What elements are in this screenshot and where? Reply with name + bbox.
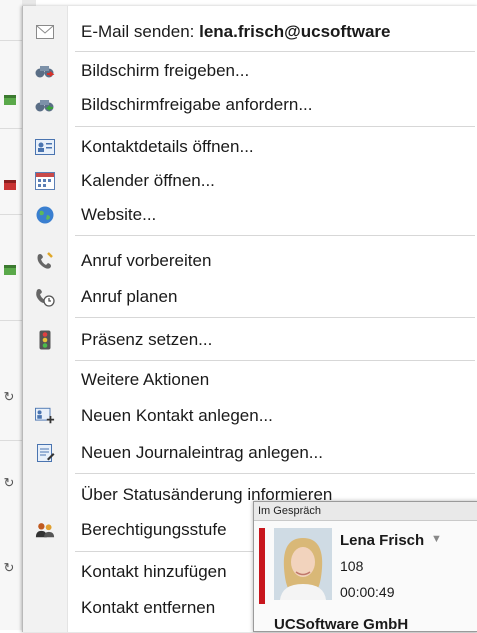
call-popup-header: Im Gespräch: [254, 502, 477, 521]
contact-card-icon: [35, 137, 55, 157]
menu-item-schedule-call[interactable]: Anruf planen: [23, 280, 477, 314]
menu-item-label: Neuen Journaleintrag anlegen...: [81, 443, 323, 462]
new-contact-icon: [35, 406, 55, 426]
menu-item-label: Weitere Aktionen: [81, 370, 210, 389]
call-duration: 00:00:49: [340, 584, 395, 600]
call-notification-popup[interactable]: Im Gespräch Lena Frisch ▼ 108 00:00:49 U…: [253, 501, 477, 633]
caller-extension: 108: [340, 558, 364, 574]
binoculars-request-icon: [35, 95, 55, 115]
menu-item-send-email[interactable]: E-Mail senden: lena.frisch@ucsoftware: [23, 15, 477, 49]
menu-item-label: Website...: [81, 205, 157, 224]
menu-separator: [75, 317, 475, 318]
menu-separator: [75, 126, 475, 127]
traffic-light-icon: [35, 330, 55, 350]
menu-item-new-journal-entry[interactable]: Neuen Journaleintrag anlegen...: [23, 436, 477, 470]
avatar: [274, 528, 332, 600]
menu-item-label: Berechtigungsstufe: [81, 520, 227, 539]
menu-item-prepare-call[interactable]: Anruf vorbereiten: [23, 244, 477, 278]
menu-item-label: Kalender öffnen...: [81, 171, 215, 190]
menu-separator: [75, 235, 475, 236]
background-sync-icon: ↻: [3, 475, 15, 490]
menu-item-label: Kontakt entfernen: [81, 598, 216, 617]
email-address: lena.frisch@ucsoftware: [199, 22, 391, 41]
background-calendar-icon: [4, 95, 16, 105]
menu-item-label: Bildschirmfreigabe anfordern...: [81, 95, 313, 114]
background-row-divider: [0, 214, 22, 215]
phone-prepare-icon: [35, 251, 55, 271]
menu-separator: [75, 360, 475, 361]
calendar-icon: [35, 171, 55, 191]
background-row-divider: [0, 440, 22, 441]
menu-item-request-screen-share[interactable]: Bildschirmfreigabe anfordern...: [23, 88, 477, 122]
background-sync-icon: ↻: [3, 560, 15, 575]
menu-item-label: Kontaktdetails öffnen...: [81, 137, 254, 156]
chevron-down-icon[interactable]: ▼: [431, 533, 442, 545]
menu-item-new-contact[interactable]: Neuen Kontakt anlegen...: [23, 399, 477, 433]
caller-company: UCSoftware GmbH: [274, 616, 409, 633]
background-sync-icon: ↻: [3, 389, 15, 404]
binoculars-share-icon: [35, 61, 55, 81]
menu-item-open-contact-details[interactable]: Kontaktdetails öffnen...: [23, 130, 477, 164]
menu-item-share-screen[interactable]: Bildschirm freigeben...: [23, 54, 477, 88]
menu-item-label: Bildschirm freigeben...: [81, 61, 250, 80]
background-row-divider: [0, 128, 22, 129]
background-row-divider: [0, 320, 22, 321]
menu-item-label: Anruf planen: [81, 287, 178, 306]
call-status-bar: [259, 528, 265, 604]
menu-item-website[interactable]: Website...: [23, 198, 477, 232]
globe-icon: [35, 205, 55, 225]
menu-item-open-calendar[interactable]: Kalender öffnen...: [23, 164, 477, 198]
menu-separator: [75, 51, 475, 52]
menu-item-set-presence[interactable]: Präsenz setzen...: [23, 323, 477, 357]
menu-item-label: E-Mail senden:: [81, 22, 200, 41]
menu-item-label: Anruf vorbereiten: [81, 251, 212, 270]
background-row-divider: [0, 40, 22, 41]
menu-item-label: Kontakt hinzufügen: [81, 562, 227, 581]
people-icon: [35, 520, 55, 540]
caller-name: Lena Frisch: [340, 532, 425, 549]
phone-clock-icon: [35, 287, 55, 307]
background-calendar-icon: [4, 265, 16, 275]
background-calendar-icon: [4, 180, 16, 190]
menu-item-label: Neuen Kontakt anlegen...: [81, 406, 273, 425]
envelope-icon: [35, 22, 55, 42]
journal-entry-icon: [35, 443, 55, 463]
menu-separator: [75, 473, 475, 474]
menu-item-label: Präsenz setzen...: [81, 330, 213, 349]
menu-item-more-actions[interactable]: Weitere Aktionen: [23, 363, 477, 397]
